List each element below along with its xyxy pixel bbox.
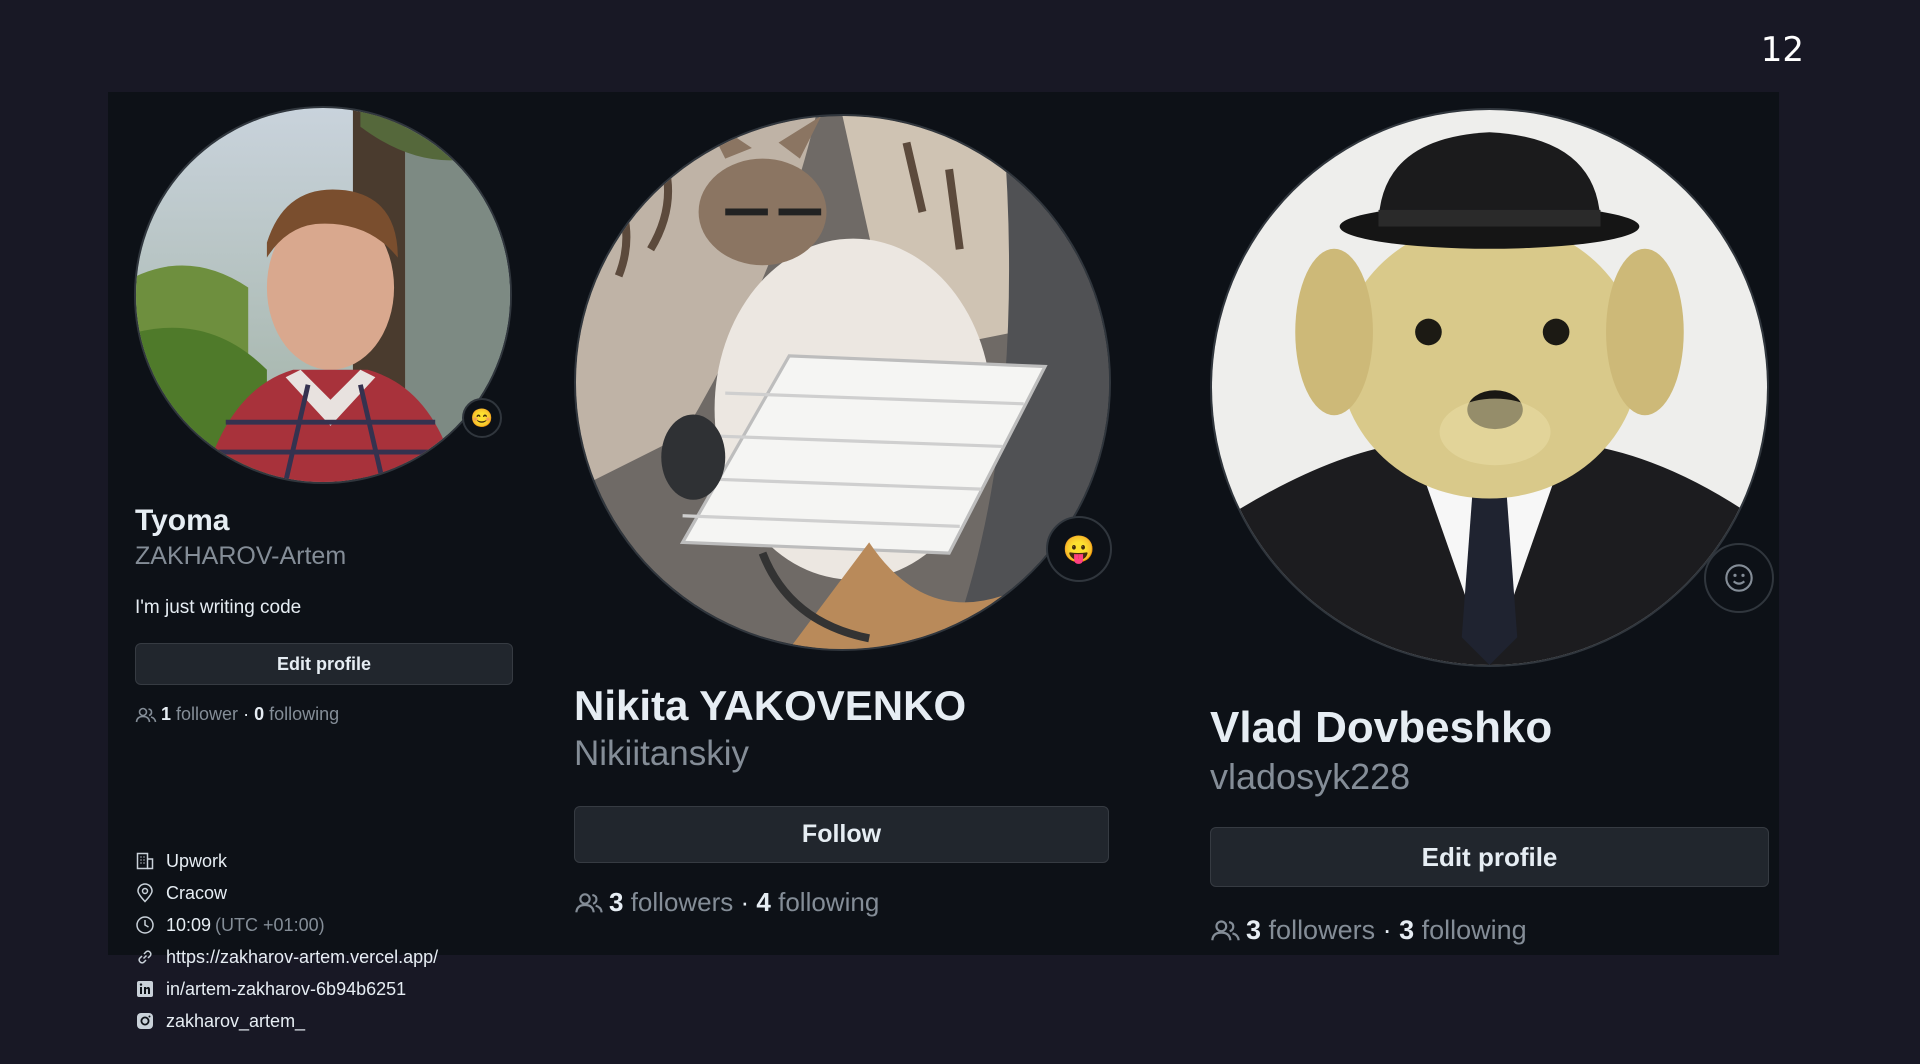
separator-dot: · <box>1375 915 1400 945</box>
profile-bio: I'm just writing code <box>135 597 302 618</box>
status-emoji-icon: 😛 <box>1062 533 1096 564</box>
company-text: Upwork <box>166 850 228 871</box>
separator-dot: · <box>238 704 255 724</box>
linkedin-link[interactable]: in/artem-zakharov-6b94b6251 <box>166 979 406 1000</box>
status-button-vlad[interactable] <box>1704 543 1774 613</box>
location-pin-icon <box>134 882 156 904</box>
followers-count: 3 <box>1246 915 1262 945</box>
edit-profile-button[interactable]: Edit profile <box>135 643 513 685</box>
detail-linkedin: in/artem-zakharov-6b94b6251 <box>134 973 438 1005</box>
profile-login: Nikiitanskiy <box>574 734 750 773</box>
location-text: Cracow <box>166 882 228 903</box>
profile-name: Nikita YAKOVENKO <box>574 682 967 729</box>
clock-icon <box>134 914 156 936</box>
following-count: 0 <box>254 704 265 724</box>
separator-dot: · <box>733 887 757 917</box>
detail-company: Upwork <box>134 845 438 877</box>
following-link[interactable]: 0 following <box>254 704 339 725</box>
slide-number: 12 <box>1760 30 1804 70</box>
following-link[interactable]: 3 following <box>1399 915 1527 946</box>
people-icon <box>574 891 604 915</box>
people-icon <box>135 706 157 724</box>
instagram-link[interactable]: zakharov_artem_ <box>166 1011 305 1032</box>
profile-login: ZAKHAROV-Artem <box>135 542 347 570</box>
avatar-nikita[interactable] <box>574 114 1111 651</box>
follow-button[interactable]: Follow <box>574 806 1109 863</box>
followers-link[interactable]: 3 followers <box>1246 915 1375 946</box>
status-emoji-icon: 😊 <box>470 407 494 428</box>
following-count: 4 <box>756 887 771 917</box>
followers-label: followers <box>630 887 734 917</box>
following-label: following <box>269 704 340 724</box>
detail-instagram: zakharov_artem_ <box>134 1005 438 1037</box>
link-icon <box>134 946 156 968</box>
profile-details: Upwork Cracow 10:09 (UTC +01:00) https:/… <box>134 845 438 1037</box>
instagram-icon <box>134 1010 156 1032</box>
follow-stats: 3 followers · 3 following <box>1210 915 1527 946</box>
follow-stats: 1 follower · 0 following <box>135 704 339 725</box>
followers-link[interactable]: 3 followers <box>609 887 733 918</box>
following-label: following <box>778 887 880 917</box>
detail-time: 10:09 (UTC +01:00) <box>134 909 438 941</box>
organization-icon <box>134 850 156 872</box>
follow-stats: 3 followers · 4 following <box>574 887 879 918</box>
followers-label: followers <box>1268 915 1376 945</box>
timezone-text: (UTC +01:00) <box>215 914 325 935</box>
local-time: 10:09 <box>166 914 212 935</box>
detail-location: Cracow <box>134 877 438 909</box>
profile-name: Vlad Dovbeshko <box>1210 703 1553 752</box>
linkedin-icon <box>134 978 156 1000</box>
website-link[interactable]: https://zakharov-artem.vercel.app/ <box>166 947 438 968</box>
edit-profile-button[interactable]: Edit profile <box>1210 827 1769 887</box>
detail-website: https://zakharov-artem.vercel.app/ <box>134 941 438 973</box>
following-link[interactable]: 4 following <box>756 887 879 918</box>
avatar-vlad[interactable] <box>1210 108 1769 667</box>
following-label: following <box>1421 915 1527 945</box>
people-icon <box>1210 918 1241 943</box>
followers-label: follower <box>176 704 239 724</box>
profile-name: Tyoma <box>135 504 230 537</box>
status-button-tyoma[interactable]: 😊 <box>462 398 502 438</box>
following-count: 3 <box>1399 915 1415 945</box>
followers-count: 1 <box>161 704 172 724</box>
smiley-outline-icon <box>1723 562 1755 594</box>
status-button-nikita[interactable]: 😛 <box>1046 516 1112 582</box>
followers-link[interactable]: 1 follower <box>161 704 238 725</box>
profile-login: vladosyk228 <box>1210 756 1411 797</box>
followers-count: 3 <box>609 887 624 917</box>
avatar-tyoma[interactable] <box>134 106 512 484</box>
profiles-panel: 😊 Tyoma ZAKHAROV-Artem I'm just writing … <box>108 92 1779 1031</box>
